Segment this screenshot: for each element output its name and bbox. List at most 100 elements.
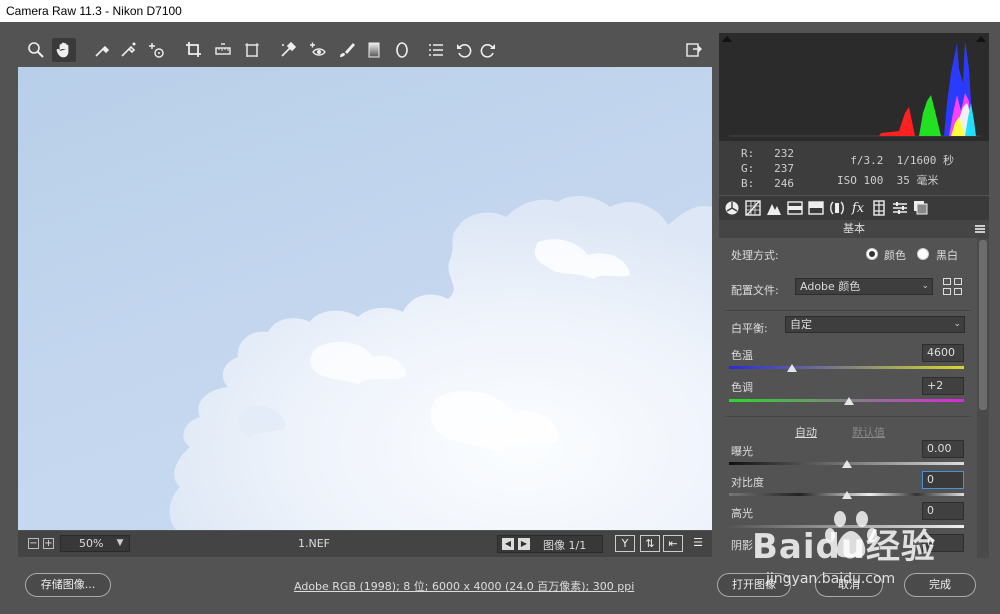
highlight-clipping-icon[interactable] <box>976 36 986 42</box>
white-balance-icon[interactable] <box>90 38 114 62</box>
treatment-bw-radio[interactable] <box>917 248 929 260</box>
profile-browser-icon[interactable] <box>943 278 963 296</box>
chevron-down-icon: ⌄ <box>953 319 961 329</box>
tab-snapshots-icon[interactable] <box>912 199 930 217</box>
auto-link[interactable]: 自动 <box>795 424 817 440</box>
rotate-ccw-icon[interactable] <box>452 38 476 62</box>
temp-label: 色温 <box>731 349 753 362</box>
g-label: G: <box>741 162 755 175</box>
section-title: 基本 <box>843 222 865 235</box>
highlights-input[interactable]: 0 <box>922 502 964 520</box>
contrast-input[interactable]: 0 <box>922 471 964 489</box>
profile-value: Adobe 颜色 <box>800 280 861 293</box>
straighten-icon[interactable] <box>211 38 235 62</box>
chevron-down-icon: ⌄ <box>921 281 929 291</box>
zoom-out-button[interactable]: − <box>28 538 39 549</box>
preview-preferences-icon[interactable]: ☰ <box>688 535 708 552</box>
filename-label: 1.NEF <box>298 537 331 550</box>
swap-settings-icon[interactable]: ⇅ <box>640 535 660 552</box>
temp-slider-thumb[interactable] <box>787 364 798 372</box>
wb-value: 自定 <box>790 318 812 331</box>
tab-detail-icon[interactable] <box>765 199 783 217</box>
spot-removal-icon[interactable] <box>276 38 300 62</box>
tab-lens-corrections-icon[interactable] <box>828 199 846 217</box>
panel-tabs: fx <box>719 196 989 220</box>
adjustment-brush-icon[interactable] <box>334 38 358 62</box>
workflow-options-link[interactable]: Adobe RGB (1998); 8 位; 6000 x 4000 (24.0… <box>294 578 634 594</box>
radial-filter-icon[interactable] <box>390 38 414 62</box>
preferences-icon[interactable] <box>424 38 448 62</box>
color-sampler-icon[interactable] <box>116 38 140 62</box>
hand-icon[interactable] <box>52 38 76 62</box>
targeted-adjustment-icon[interactable] <box>144 38 168 62</box>
exposure-label: 曝光 <box>731 445 753 458</box>
tab-tone-curve-icon[interactable] <box>744 199 762 217</box>
tint-slider-thumb[interactable] <box>843 397 854 405</box>
tab-basic-icon[interactable] <box>723 199 741 217</box>
rotate-cw-icon[interactable] <box>476 38 500 62</box>
copy-settings-icon[interactable]: ⇤ <box>663 535 683 552</box>
red-eye-icon[interactable] <box>306 38 330 62</box>
profile-select[interactable]: Adobe 颜色 ⌄ <box>795 278 933 295</box>
divider <box>725 416 971 417</box>
zoom-icon[interactable] <box>24 38 48 62</box>
aperture-value: f/3.2 <box>850 154 884 167</box>
scrollbar-thumb[interactable] <box>979 240 987 410</box>
info-panel: R: 232 G: 237 B: 246 f/3.2 1/1600 秒 ISO … <box>719 141 989 195</box>
contrast-slider-thumb[interactable] <box>841 491 852 499</box>
g-value: 237 <box>774 162 794 175</box>
section-header: 基本 <box>719 220 989 238</box>
before-after-button[interactable]: Y <box>615 535 635 552</box>
image-counter: 图像 1/1 <box>543 539 587 552</box>
zoom-select[interactable]: 50% ▼ <box>60 535 130 552</box>
zoom-in-button[interactable]: + <box>43 538 54 549</box>
b-value: 246 <box>774 177 794 190</box>
window-title: Camera Raw 11.3 - Nikon D7100 <box>0 0 1000 22</box>
cancel-button[interactable]: 取消 <box>815 573 883 597</box>
temp-input[interactable]: 4600 <box>922 344 964 362</box>
tab-effects-icon[interactable]: fx <box>849 199 867 217</box>
tab-presets-icon[interactable] <box>891 199 909 217</box>
shadow-clipping-icon[interactable] <box>722 36 732 42</box>
temp-slider-track[interactable] <box>729 366 964 369</box>
treatment-label: 处理方式: <box>731 249 779 262</box>
exposure-slider-thumb[interactable] <box>841 460 852 468</box>
transform-icon[interactable] <box>240 38 264 62</box>
tab-camera-calibration-icon[interactable] <box>870 199 888 217</box>
tab-split-toning-icon[interactable] <box>807 199 825 217</box>
panel-menu-icon[interactable] <box>975 225 985 233</box>
graduated-filter-icon[interactable] <box>362 38 386 62</box>
r-value: 232 <box>774 147 794 160</box>
r-label: R: <box>741 147 755 160</box>
shadows-input[interactable]: 0 <box>922 534 964 552</box>
iso-value: ISO 100 <box>837 174 884 187</box>
crop-icon[interactable] <box>182 38 206 62</box>
contrast-label: 对比度 <box>731 476 764 489</box>
highlights-slider-track[interactable] <box>729 525 964 528</box>
tint-input[interactable]: +2 <box>922 377 964 395</box>
image-preview[interactable] <box>18 67 712 530</box>
wb-select[interactable]: 自定 ⌄ <box>785 316 965 333</box>
open-image-button[interactable]: 打开图像 <box>717 573 791 597</box>
bottom-bar: 存储图像... Adobe RGB (1998); 8 位; 6000 x 40… <box>0 559 1000 614</box>
default-link[interactable]: 默认值 <box>852 424 885 440</box>
wb-label: 白平衡: <box>731 322 768 335</box>
fullscreen-icon[interactable] <box>682 38 706 62</box>
treatment-color-label: 颜色 <box>884 249 906 262</box>
panel-scrollbar[interactable] <box>977 238 989 558</box>
prev-image-button[interactable]: ◀ <box>502 538 514 550</box>
treatment-color-radio[interactable] <box>866 248 878 260</box>
shadows-label: 阴影 <box>731 539 753 552</box>
next-image-button[interactable]: ▶ <box>518 538 530 550</box>
focal-length-value: 35 毫米 <box>896 174 939 187</box>
done-button[interactable]: 完成 <box>904 573 976 597</box>
divider <box>725 310 971 311</box>
chevron-down-icon: ▼ <box>116 538 124 548</box>
basic-panel: 处理方式: 颜色 黑白 配置文件: Adobe 颜色 ⌄ 白平衡: 自定 ⌄ 色… <box>719 238 977 558</box>
exposure-input[interactable]: 0.00 <box>922 440 964 458</box>
tint-label: 色调 <box>731 381 753 394</box>
exif-readout: f/3.2 1/1600 秒 ISO 100 35 毫米 <box>837 151 954 191</box>
save-image-button[interactable]: 存储图像... <box>25 573 111 597</box>
tab-hsl-icon[interactable] <box>786 199 804 217</box>
treatment-bw-label: 黑白 <box>936 249 958 262</box>
